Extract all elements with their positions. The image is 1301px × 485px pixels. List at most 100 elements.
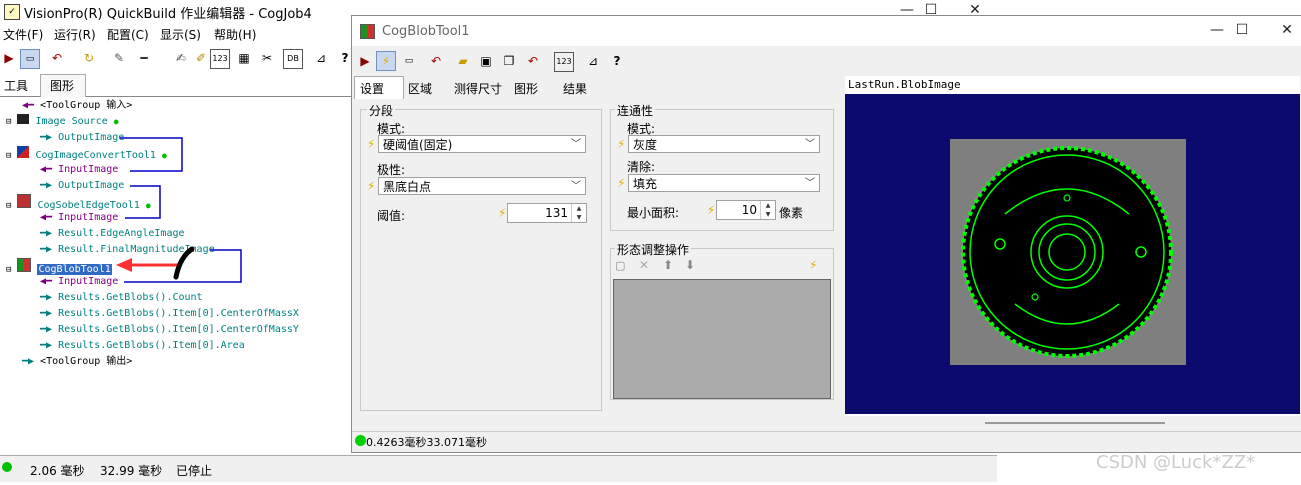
tools-icon[interactable]: ✂ <box>258 49 276 67</box>
connectivity-clear-label: 清除: <box>627 160 656 174</box>
dialog-title-bar: CogBlobTool1 — ☐ ✕ <box>352 16 1301 46</box>
blob-tool-icon <box>360 24 375 39</box>
help-icon[interactable]: ? <box>608 52 626 70</box>
status-bar: 2.06 毫秒 32.99 毫秒 已停止 <box>0 455 997 482</box>
morph-group-label: 形态调整操作 <box>615 241 692 258</box>
undo-icon[interactable]: ↶ <box>524 52 542 70</box>
horizontal-scrollbar[interactable] <box>985 422 1165 424</box>
status-state: 已停止 <box>176 464 213 478</box>
blob-tool-dialog: CogBlobTool1 — ☐ ✕ ▶ ⚡ ▭ ↶ ▰ ▣ ❐ ↶ 123 ⊿… <box>351 15 1301 453</box>
left-tabs: 工具 图形 <box>0 74 360 97</box>
tool-tree: ◀━ <ToolGroup 输入> ⊟ Image Source ● ━▶ Ou… <box>0 97 352 387</box>
menu-file[interactable]: 文件(F) <box>3 26 43 43</box>
status-indicator-icon <box>355 435 366 446</box>
annotation-arrowhead <box>116 258 132 272</box>
app-icon: ✓ <box>4 4 20 20</box>
lightning-icon: ⚡ <box>617 137 626 151</box>
lightning-icon: ⚡ <box>809 258 818 272</box>
menu-run[interactable]: 运行(R) <box>54 26 96 43</box>
text-box-icon[interactable]: DB <box>283 49 303 69</box>
tab-region[interactable]: 区域 <box>408 80 432 98</box>
open-folder-icon[interactable]: ▰ <box>454 52 472 70</box>
lightning-icon: ⚡ <box>707 203 716 217</box>
run-continuous-icon[interactable]: ▭ <box>20 49 40 69</box>
save-icon[interactable]: ▣ <box>477 52 495 70</box>
connectivity-mode-select[interactable]: 灰度 ﹀ <box>628 135 820 153</box>
numeric-icon[interactable]: 123 <box>210 49 230 69</box>
morph-list[interactable] <box>613 279 831 399</box>
refresh-icon[interactable]: ↻ <box>80 49 98 67</box>
move-down-icon[interactable]: ⬇ <box>685 258 695 272</box>
copy-icon[interactable]: ❐ <box>500 52 518 70</box>
menu-config[interactable]: 配置(C) <box>107 26 149 43</box>
dialog-status-text: 0.4263毫秒33.071毫秒 <box>366 436 487 449</box>
threshold-label: 阈值: <box>377 209 406 223</box>
palette-icon[interactable]: ▦ <box>235 49 253 67</box>
new-icon[interactable]: ▢ <box>615 259 625 272</box>
tab-measurements[interactable]: 测得尺寸 <box>454 80 502 98</box>
link-lines <box>116 137 242 283</box>
spinner-arrows-icon[interactable]: ▲ ▼ <box>571 204 586 222</box>
connectivity-group-label: 连通性 <box>615 102 656 119</box>
morph-group: 形态调整操作 ▢ ✕ ⬆ ⬇ ⚡ <box>610 241 834 400</box>
chevron-down-icon: ﹀ <box>805 139 815 150</box>
move-up-icon[interactable]: ⬆ <box>663 258 673 272</box>
main-toolbar: ▶ ▭ ↶ ↻ ✎ ━ ✍ ✐ 123 ▦ ✂ DB ⊿ ? <box>0 46 360 70</box>
annotation-pen-stroke <box>173 246 195 280</box>
watermark: CSDN @Luck*ZZ* <box>1096 452 1256 473</box>
ruler-icon[interactable]: ⊿ <box>584 52 602 70</box>
electric-icon[interactable]: ⚡ <box>376 51 396 71</box>
tab-settings[interactable]: 设置 <box>360 80 384 98</box>
dialog-maximize-button[interactable]: ☐ <box>1222 20 1262 42</box>
run-icon[interactable]: ▶ <box>0 49 18 67</box>
dialog-title: CogBlobTool1 <box>382 24 470 39</box>
spinner-arrows-icon[interactable]: ▲ ▼ <box>760 201 775 219</box>
menu-view[interactable]: 显示(S) <box>160 26 201 43</box>
image-label: LastRun.BlobImage <box>848 78 961 91</box>
pin-icon[interactable]: ━ <box>135 49 153 67</box>
menu-help[interactable]: 帮助(H) <box>214 26 256 43</box>
segment-group-label: 分段 <box>367 102 396 119</box>
delete-icon[interactable]: ✕ <box>639 258 649 272</box>
tab-graphics[interactable]: 图形 <box>514 80 538 98</box>
ruler-icon[interactable]: ⊿ <box>312 49 330 67</box>
run-icon[interactable]: ▶ <box>356 52 374 70</box>
blob-image <box>950 139 1186 365</box>
min-area-unit: 像素 <box>779 206 804 220</box>
link-sobel <box>125 185 161 219</box>
note-icon[interactable]: ✐ <box>192 49 210 67</box>
segment-mode-select[interactable]: 硬阈值(固定) ﹀ <box>378 135 586 153</box>
connectivity-group: 连通性 模式: ⚡ 灰度 ﹀ 清除: ⚡ 填充 ﹀ 最小面积: ⚡ 10 ▲ ▼ … <box>610 102 834 231</box>
status-time-1: 2.06 毫秒 <box>30 464 85 478</box>
lightning-icon: ⚡ <box>367 137 376 151</box>
chevron-down-icon: ﹀ <box>571 139 581 150</box>
blob-image-display[interactable] <box>845 94 1300 414</box>
connectivity-clear-select[interactable]: 填充 ﹀ <box>628 174 820 192</box>
tab-results[interactable]: 结果 <box>563 80 587 98</box>
run-continuous-icon[interactable]: ▭ <box>400 52 418 70</box>
reset-icon[interactable]: ↶ <box>48 49 66 67</box>
segment-polarity-select[interactable]: 黑底白点 ﹀ <box>378 177 586 195</box>
tab-tools[interactable]: 工具 <box>4 77 28 94</box>
lightning-icon: ⚡ <box>498 206 507 220</box>
segment-polarity-label: 极性: <box>377 163 406 177</box>
chevron-down-icon: ﹀ <box>571 181 581 192</box>
image-panel: LastRun.BlobImage <box>845 76 1300 416</box>
edit-icon[interactable]: ✍ <box>172 49 190 67</box>
threshold-spinner[interactable]: 131 ▲ ▼ <box>507 203 587 223</box>
dialog-close-button[interactable]: ✕ <box>1267 20 1301 42</box>
reset-icon[interactable]: ↶ <box>427 52 445 70</box>
lightning-icon: ⚡ <box>617 176 626 190</box>
dialog-tabs: 设置 区域 测得尺寸 图形 结果 <box>352 76 612 99</box>
min-area-label: 最小面积: <box>627 206 680 220</box>
segment-group: 分段 模式: ⚡ 硬阈值(固定) ﹀ 极性: ⚡ 黑底白点 ﹀ 阈值: ⚡ 13… <box>360 102 602 411</box>
numeric-icon[interactable]: 123 <box>554 52 574 72</box>
tab-graphics[interactable]: 图形 <box>50 77 74 94</box>
chevron-down-icon: ﹀ <box>805 178 815 189</box>
min-area-spinner[interactable]: 10 ▲ ▼ <box>716 200 776 220</box>
dialog-toolbar: ▶ ⚡ ▭ ↶ ▰ ▣ ❐ ↶ 123 ⊿ ? <box>352 47 1301 75</box>
link-convert <box>120 137 183 172</box>
brush-icon[interactable]: ✎ <box>110 49 128 67</box>
status-indicator-icon <box>2 462 12 472</box>
status-time-2: 32.99 毫秒 <box>100 464 163 478</box>
